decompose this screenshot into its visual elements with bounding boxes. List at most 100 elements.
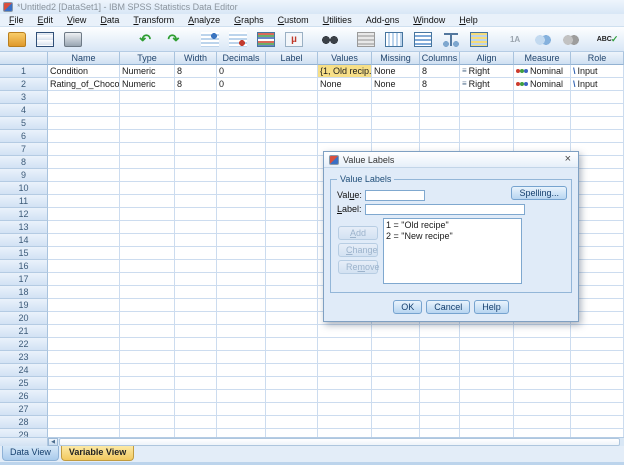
- add-button[interactable]: Add: [338, 226, 378, 240]
- cell-decimals[interactable]: [217, 325, 266, 338]
- cell-role[interactable]: [571, 403, 624, 416]
- cell-missing[interactable]: None: [372, 65, 420, 78]
- cell-type[interactable]: Numeric: [120, 78, 175, 91]
- cell-label[interactable]: [266, 416, 318, 429]
- cell-values[interactable]: [318, 130, 372, 143]
- cell-width[interactable]: [175, 351, 217, 364]
- cell-values[interactable]: [318, 325, 372, 338]
- cell-values[interactable]: [318, 390, 372, 403]
- cell-width[interactable]: [175, 364, 217, 377]
- cell-decimals[interactable]: [217, 143, 266, 156]
- cell-role[interactable]: \ Input: [571, 78, 624, 91]
- cell-missing[interactable]: [372, 117, 420, 130]
- cell-values[interactable]: None: [318, 78, 372, 91]
- cell-type[interactable]: [120, 325, 175, 338]
- cell-role[interactable]: [571, 390, 624, 403]
- cell-name[interactable]: [48, 169, 120, 182]
- value-label-list-item[interactable]: 1 = "Old recipe": [386, 220, 519, 231]
- scrollbar-thumb[interactable]: [59, 438, 620, 446]
- tab-data-view[interactable]: Data View: [2, 446, 59, 461]
- cell-type[interactable]: [120, 143, 175, 156]
- redo-button[interactable]: ↷: [163, 29, 184, 50]
- cell-name[interactable]: [48, 182, 120, 195]
- cell-values[interactable]: {1, Old recip...: [318, 65, 372, 78]
- cell-type[interactable]: [120, 104, 175, 117]
- cell-type[interactable]: [120, 429, 175, 437]
- cell-columns[interactable]: [420, 364, 460, 377]
- select-cases-button[interactable]: [533, 29, 554, 50]
- cell-decimals[interactable]: [217, 182, 266, 195]
- cell-measure[interactable]: [514, 91, 571, 104]
- split-file-button[interactable]: [412, 29, 433, 50]
- cell-width[interactable]: [175, 403, 217, 416]
- cell-missing[interactable]: [372, 325, 420, 338]
- cell-type[interactable]: [120, 403, 175, 416]
- cell-name[interactable]: [48, 117, 120, 130]
- cell-measure[interactable]: [514, 416, 571, 429]
- cell-decimals[interactable]: [217, 130, 266, 143]
- cell-width[interactable]: [175, 169, 217, 182]
- cell-width[interactable]: [175, 91, 217, 104]
- cell-width[interactable]: [175, 273, 217, 286]
- open-file-button[interactable]: [6, 29, 27, 50]
- label-input[interactable]: [365, 203, 525, 215]
- cell-measure[interactable]: [514, 325, 571, 338]
- cell-name[interactable]: [48, 351, 120, 364]
- cell-decimals[interactable]: [217, 117, 266, 130]
- cell-type[interactable]: [120, 169, 175, 182]
- cell-label[interactable]: [266, 390, 318, 403]
- cell-missing[interactable]: [372, 364, 420, 377]
- row-header[interactable]: 9: [0, 169, 48, 182]
- column-header-columns[interactable]: Columns: [420, 52, 460, 65]
- cell-width[interactable]: [175, 416, 217, 429]
- cell-missing[interactable]: [372, 351, 420, 364]
- cell-columns[interactable]: 8: [420, 65, 460, 78]
- cell-values[interactable]: [318, 364, 372, 377]
- row-header[interactable]: 21: [0, 325, 48, 338]
- cell-role[interactable]: [571, 325, 624, 338]
- cell-decimals[interactable]: [217, 273, 266, 286]
- row-header[interactable]: 1: [0, 65, 48, 78]
- cell-values[interactable]: [318, 416, 372, 429]
- cell-values[interactable]: [318, 117, 372, 130]
- cell-label[interactable]: [266, 364, 318, 377]
- title-bar[interactable]: *Untitled2 [DataSet1] - IBM SPSS Statist…: [0, 0, 624, 14]
- cell-type[interactable]: [120, 299, 175, 312]
- column-header-missing[interactable]: Missing: [372, 52, 420, 65]
- column-header-name[interactable]: Name: [48, 52, 120, 65]
- row-header[interactable]: 19: [0, 299, 48, 312]
- cell-width[interactable]: [175, 429, 217, 437]
- row-header[interactable]: 20: [0, 312, 48, 325]
- cell-name[interactable]: [48, 208, 120, 221]
- row-header[interactable]: 8: [0, 156, 48, 169]
- cell-name[interactable]: [48, 377, 120, 390]
- find-button[interactable]: [320, 29, 341, 50]
- cell-decimals[interactable]: [217, 286, 266, 299]
- cell-decimals[interactable]: [217, 390, 266, 403]
- cell-decimals[interactable]: [217, 221, 266, 234]
- column-header-values[interactable]: Values: [318, 52, 372, 65]
- cell-name[interactable]: [48, 403, 120, 416]
- cell-type[interactable]: [120, 117, 175, 130]
- cell-width[interactable]: [175, 234, 217, 247]
- cell-decimals[interactable]: [217, 338, 266, 351]
- cell-columns[interactable]: [420, 351, 460, 364]
- row-header[interactable]: 6: [0, 130, 48, 143]
- cell-label[interactable]: [266, 65, 318, 78]
- cell-type[interactable]: [120, 247, 175, 260]
- cancel-button[interactable]: Cancel: [426, 300, 471, 314]
- insert-variable-button[interactable]: [384, 29, 405, 50]
- cell-missing[interactable]: [372, 338, 420, 351]
- menu-edit[interactable]: Edit: [31, 15, 61, 25]
- cell-role[interactable]: [571, 351, 624, 364]
- cell-width[interactable]: 8: [175, 65, 217, 78]
- cell-decimals[interactable]: [217, 260, 266, 273]
- cell-missing[interactable]: [372, 416, 420, 429]
- cell-decimals[interactable]: [217, 416, 266, 429]
- cell-type[interactable]: [120, 208, 175, 221]
- cell-decimals[interactable]: [217, 156, 266, 169]
- ok-button[interactable]: OK: [393, 300, 423, 314]
- cell-label[interactable]: [266, 299, 318, 312]
- menu-transform[interactable]: Transform: [126, 15, 181, 25]
- cell-values[interactable]: [318, 377, 372, 390]
